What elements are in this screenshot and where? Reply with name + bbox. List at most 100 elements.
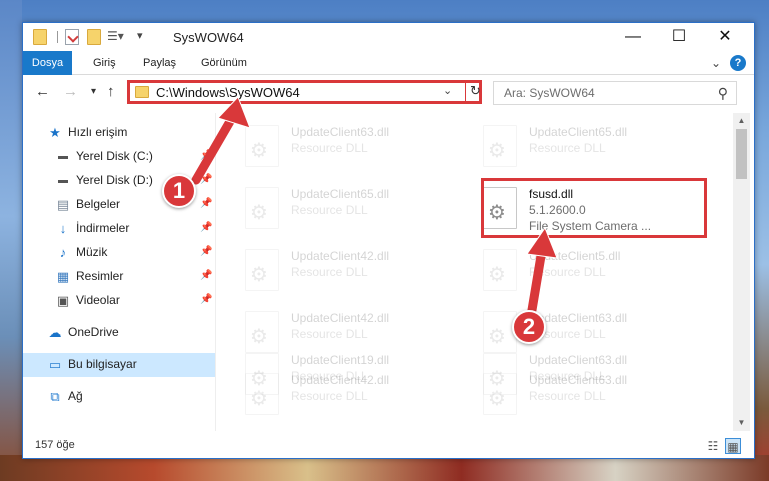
sidebar-item-label: Belgeler [76,197,121,211]
sidebar-item-music[interactable]: ♪ Müzik 📌 [23,241,215,265]
help-icon[interactable]: ? [730,55,746,71]
list-item[interactable]: UpdateClient42.dll Resource DLL [241,241,471,301]
file-name: UpdateClient63.dll [529,353,628,367]
search-icon[interactable]: ⚲ [718,85,728,102]
customize-toolbar-icon[interactable]: ☰▾ [107,29,124,45]
file-name: UpdateClient63.dll [291,125,390,139]
tab-home[interactable]: Giriş [93,51,116,75]
address-bar[interactable]: C:\Windows\SysWOW64 ⌄ ↻ [127,80,482,104]
address-path[interactable]: C:\Windows\SysWOW64 [156,85,300,100]
scroll-down-icon[interactable]: ▼ [733,415,750,431]
sidebar-item-network[interactable]: ⧉ Ağ [23,385,215,409]
sidebar-item-label: Ağ [68,389,83,403]
tab-view[interactable]: Görünüm [201,51,247,75]
pin-icon[interactable]: 📌 [200,222,212,233]
file-type: Resource DLL [529,369,606,383]
navigation-bar: ← → ▾ ↑ C:\Windows\SysWOW64 ⌄ ↻ Ara: Sys… [23,75,754,113]
refresh-icon[interactable]: ↻ [465,80,485,104]
step-badge-2: 2 [512,310,546,344]
scroll-thumb[interactable] [736,129,747,179]
details-view-icon[interactable]: ☷ [705,438,721,454]
forward-arrow-icon[interactable]: → [63,83,78,100]
list-item[interactable]: UpdateClient5.dll Resource DLL [479,241,709,301]
up-arrow-icon[interactable]: ↑ [107,83,115,100]
file-type: Resource DLL [291,141,368,155]
dll-file-icon [245,353,279,395]
file-name: UpdateClient19.dll [291,353,390,367]
window-title: SysWOW64 [173,30,244,45]
search-placeholder: Ara: SysWOW64 [504,86,595,100]
minimize-button[interactable]: — [610,23,656,51]
list-item[interactable]: UpdateClient63.dll Resource DLL [479,345,709,405]
pin-icon[interactable]: 📌 [200,246,212,257]
address-dropdown-icon[interactable]: ⌄ [443,84,452,97]
address-folder-icon [135,86,149,98]
sidebar-item-downloads[interactable]: ↓ İndirmeler 📌 [23,217,215,241]
file-name: UpdateClient42.dll [291,249,390,263]
step-badge-1: 1 [162,174,196,208]
tab-share[interactable]: Paylaş [143,51,176,75]
file-name: UpdateClient65.dll [291,187,390,201]
new-folder-icon[interactable] [87,29,101,45]
scroll-up-icon[interactable]: ▲ [733,113,750,129]
videos-icon: ▣ [56,293,70,308]
file-type: Resource DLL [291,369,368,383]
vertical-scrollbar[interactable]: ▲ ▼ [733,113,750,431]
pictures-icon: ▦ [56,269,70,284]
star-icon: ★ [49,125,61,140]
sidebar-item-videos[interactable]: ▣ Videolar 📌 [23,289,215,313]
download-icon: ↓ [59,221,67,236]
pin-icon[interactable]: 📌 [200,198,212,209]
file-type: Resource DLL [529,265,606,279]
pin-icon[interactable]: 📌 [200,294,212,305]
sidebar-item-local-disk-c[interactable]: ▬ Yerel Disk (C:) 📌 [23,145,215,169]
status-bar: 157 öğe ☷ ▦ [23,435,754,457]
properties-icon[interactable] [65,29,79,45]
drive-icon: ▬ [58,175,68,186]
cloud-icon: ☁ [48,325,62,340]
desktop-background-left [0,0,22,481]
dll-file-icon [245,187,279,229]
sidebar-item-label: Müzik [76,245,108,259]
title-separator [57,31,58,43]
sidebar-item-pictures[interactable]: ▦ Resimler 📌 [23,265,215,289]
network-icon: ⧉ [50,389,60,404]
large-icons-view-icon[interactable]: ▦ [725,438,741,454]
close-button[interactable]: ✕ [702,23,748,51]
drive-icon: ▬ [58,151,68,162]
sidebar-item-label: Bu bilgisayar [68,357,137,371]
ribbon-tabs: Dosya Giriş Paylaş Görünüm ⌄ ? [23,51,754,75]
pane-divider[interactable] [215,113,216,431]
title-bar: ☰▾ ▾ SysWOW64 — ☐ ✕ [23,23,754,51]
chevron-down-icon[interactable]: ▾ [137,29,151,45]
sidebar-item-this-pc[interactable]: ▭ Bu bilgisayar [23,353,215,377]
search-input[interactable]: Ara: SysWOW64 ⚲ [493,81,737,105]
back-arrow-icon[interactable]: ← [35,83,50,100]
pin-icon[interactable]: 📌 [200,150,212,161]
sidebar-item-label: Hızlı erişim [68,125,128,139]
sidebar-item-label: İndirmeler [76,221,130,235]
file-type: Resource DLL [291,265,368,279]
tab-file[interactable]: Dosya [23,51,72,75]
expand-ribbon-icon[interactable]: ⌄ [711,56,721,70]
recent-locations-icon[interactable]: ▾ [91,86,96,97]
sidebar-item-quick-access[interactable]: ★ Hızlı erişim [23,121,215,145]
list-item[interactable]: UpdateClient65.dll Resource DLL [479,117,709,177]
sidebar-item-onedrive[interactable]: ☁ OneDrive [23,321,215,345]
list-item[interactable]: UpdateClient63.dll Resource DLL [241,117,471,177]
pin-icon[interactable]: 📌 [200,174,212,185]
list-item[interactable]: UpdateClient65.dll Resource DLL [241,179,471,239]
folder-icon [33,29,47,45]
sidebar-item-label: Resimler [76,269,124,283]
highlight-box-fsusd [481,178,707,238]
list-item[interactable]: UpdateClient19.dll Resource DLL [241,345,471,405]
dll-file-icon [483,249,517,291]
navigation-pane: ★ Hızlı erişim ▬ Yerel Disk (C:) 📌 ▬ Yer… [23,113,215,431]
file-type: Resource DLL [529,141,606,155]
sidebar-item-label: Yerel Disk (D:) [76,173,153,187]
item-count: 157 öğe [35,439,75,451]
file-name: UpdateClient42.dll [291,311,390,325]
pin-icon[interactable]: 📌 [200,270,212,281]
maximize-button[interactable]: ☐ [656,23,702,51]
computer-icon: ▭ [48,357,62,372]
